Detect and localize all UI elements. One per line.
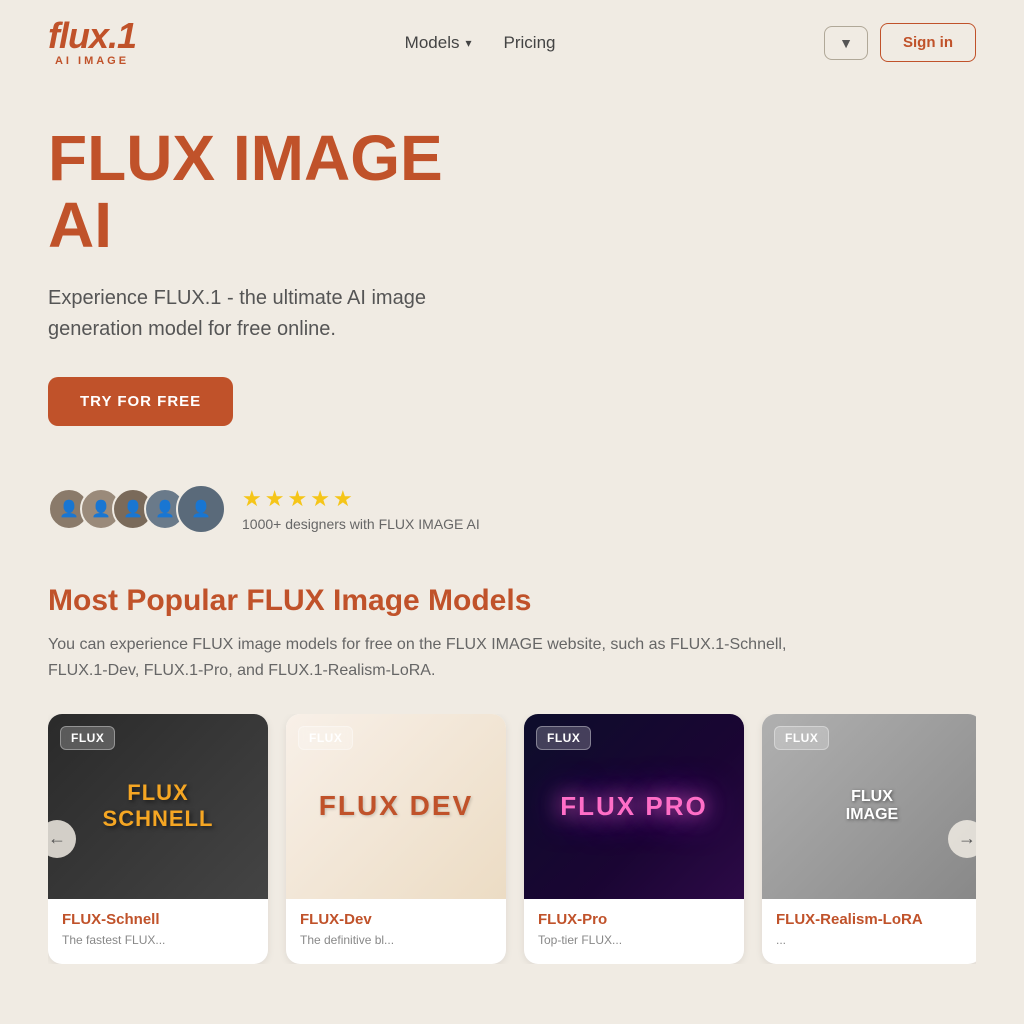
flux-badge: FLUX — [298, 726, 353, 750]
hero-title-line2: AI — [48, 189, 112, 261]
star-rating: ★ ★ ★ ★ ★ — [242, 486, 480, 512]
card-subtitle-pro: Top-tier FLUX... — [538, 932, 730, 949]
model-card-dev[interactable]: FLUX DEV FLUX FLUX-Dev The definitive bl… — [286, 714, 506, 965]
models-section-description: You can experience FLUX image models for… — [48, 632, 848, 683]
model-card-realism[interactable]: FLUXIMAGE FLUX FLUX-Realism-LoRA ... — [762, 714, 976, 965]
card-image-schnell: FLUXSCHNELL FLUX — [48, 714, 268, 899]
card-image-text: FLUX DEV — [319, 790, 473, 822]
hero-description: Experience FLUX.1 - the ultimate AI imag… — [48, 283, 472, 345]
card-title-realism: FLUX-Realism-LoRA — [776, 911, 968, 928]
card-subtitle-realism: ... — [776, 932, 968, 949]
card-body-pro: FLUX-Pro Top-tier FLUX... — [524, 899, 744, 965]
flux-badge: FLUX — [60, 726, 115, 750]
hero-title: FLUX IMAGE AI — [48, 125, 472, 259]
card-image-realism: FLUXIMAGE FLUX — [762, 714, 976, 899]
cards-row: FLUXSCHNELL FLUX FLUX-Schnell The fastes… — [48, 714, 976, 965]
card-body-realism: FLUX-Realism-LoRA ... — [762, 899, 976, 965]
logo-subtitle: AI IMAGE — [48, 56, 136, 67]
card-title-dev: FLUX-Dev — [300, 911, 492, 928]
card-image-text: FLUX PRO — [560, 791, 707, 822]
header-actions: ▼ Sign in — [824, 23, 976, 62]
models-label: Models — [405, 33, 460, 53]
card-subtitle-dev: The definitive bl... — [300, 932, 492, 949]
card-body-dev: FLUX-Dev The definitive bl... — [286, 899, 506, 965]
avatar-group: 👤 👤 👤 👤 👤 — [48, 484, 226, 534]
card-subtitle-schnell: The fastest FLUX... — [62, 932, 254, 949]
logo[interactable]: flux.1 AI IMAGE — [48, 18, 136, 67]
star-icon: ★ — [265, 486, 285, 512]
carousel-prev-button[interactable]: ← — [38, 820, 76, 858]
model-card-pro[interactable]: FLUX PRO FLUX FLUX-Pro Top-tier FLUX... — [524, 714, 744, 965]
model-carousel: ← FLUXSCHNELL FLUX FLUX-Schnell The fast… — [48, 714, 976, 965]
language-button[interactable]: ▼ — [824, 26, 868, 60]
card-image-pro: FLUX PRO FLUX — [524, 714, 744, 899]
nav-models[interactable]: Models ▾ — [405, 33, 472, 53]
models-section-title: Most Popular FLUX Image Models — [48, 584, 976, 618]
rating-area: ★ ★ ★ ★ ★ 1000+ designers with FLUX IMAG… — [242, 486, 480, 532]
chevron-down-icon: ▼ — [839, 35, 853, 51]
site-header: flux.1 AI IMAGE Models ▾ Pricing ▼ Sign … — [0, 0, 1024, 85]
hero-content: FLUX IMAGE AI Experience FLUX.1 - the ul… — [0, 85, 520, 456]
star-icon: ★ — [333, 486, 353, 512]
star-icon: ★ — [287, 486, 307, 512]
star-icon: ★ — [310, 486, 330, 512]
avatar: 👤 — [176, 484, 226, 534]
model-card-schnell[interactable]: FLUXSCHNELL FLUX FLUX-Schnell The fastes… — [48, 714, 268, 965]
chevron-down-icon: ▾ — [465, 36, 471, 50]
flux-badge: FLUX — [536, 726, 591, 750]
social-proof-text: 1000+ designers with FLUX IMAGE AI — [242, 516, 480, 532]
try-for-free-button[interactable]: TRY FOR FREE — [48, 377, 233, 426]
hero-section: FLUX IMAGE AI Experience FLUX.1 - the ul… — [0, 85, 1024, 534]
card-title-schnell: FLUX-Schnell — [62, 911, 254, 928]
hero-title-line1: FLUX IMAGE — [48, 122, 443, 194]
main-nav: Models ▾ Pricing — [405, 33, 556, 53]
card-image-text: FLUXIMAGE — [846, 788, 898, 824]
card-image-dev: FLUX DEV FLUX — [286, 714, 506, 899]
models-section: Most Popular FLUX Image Models You can e… — [0, 534, 1024, 994]
social-proof: 👤 👤 👤 👤 👤 ★ ★ ★ ★ ★ 1000+ designers with… — [0, 484, 1024, 534]
card-image-text: FLUXSCHNELL — [103, 780, 214, 833]
logo-text: flux.1 — [48, 18, 136, 54]
flux-badge: FLUX — [774, 726, 829, 750]
card-body-schnell: FLUX-Schnell The fastest FLUX... — [48, 899, 268, 965]
sign-in-button[interactable]: Sign in — [880, 23, 976, 62]
card-title-pro: FLUX-Pro — [538, 911, 730, 928]
carousel-next-button[interactable]: → — [948, 820, 986, 858]
nav-pricing[interactable]: Pricing — [504, 33, 556, 53]
star-icon: ★ — [242, 486, 262, 512]
